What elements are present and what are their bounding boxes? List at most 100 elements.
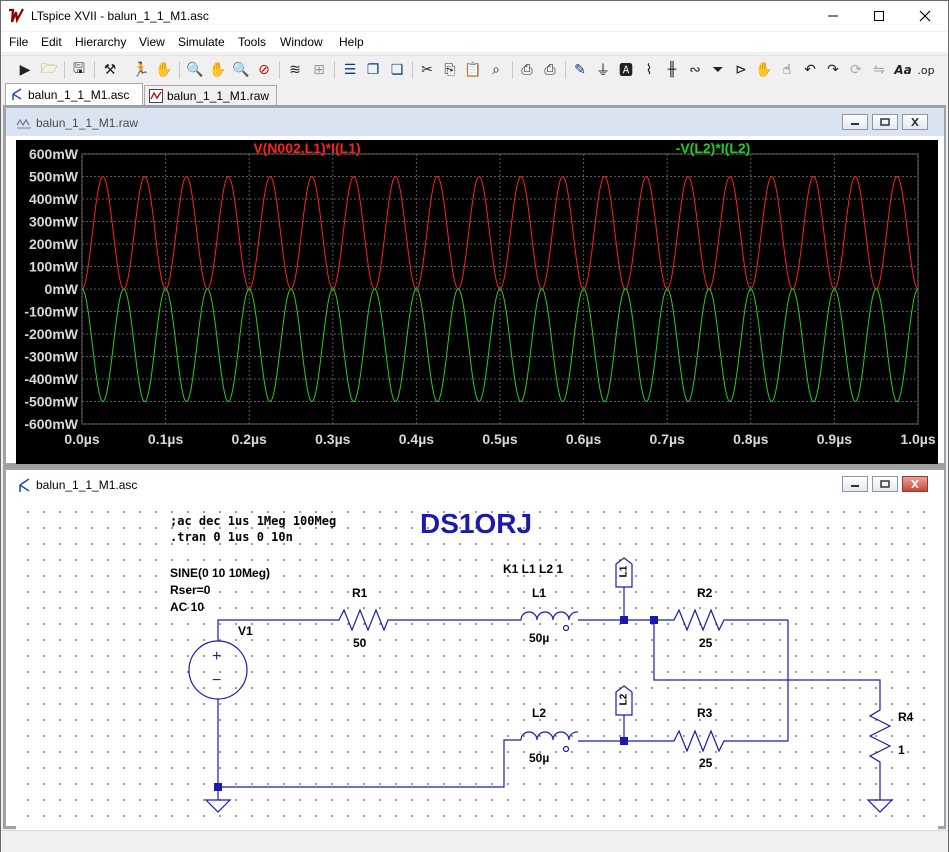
waveform-window-caption[interactable]: balun_1_1_M1.raw <box>6 108 944 136</box>
minimize-button[interactable] <box>810 1 856 31</box>
l1-value: 50µ <box>529 631 550 645</box>
l2-flag-label: L2 <box>618 693 630 706</box>
paste-button[interactable]: 📋 <box>463 60 483 80</box>
r2-value: 25 <box>699 636 713 650</box>
schematic-window-caption[interactable]: balun_1_1_M1.asc <box>6 470 944 498</box>
tab-label: balun_1_1_M1.asc <box>28 87 130 102</box>
resistor-icon: ⌇ <box>645 62 653 78</box>
schematic-canvas[interactable]: ;ac dec 1us 1Meg 100Meg .tran 0 1us 0 10… <box>16 500 938 838</box>
y-tick-label: 200mW <box>29 236 79 252</box>
maximize-button[interactable] <box>856 1 902 31</box>
grid-button[interactable]: ⊞ <box>309 60 329 80</box>
inductor-button[interactable]: ∾ <box>685 60 705 80</box>
spice-directive-button[interactable]: .op <box>916 60 936 80</box>
menu-edit[interactable]: Edit <box>41 35 62 49</box>
print-setup-button[interactable]: ⎙ <box>517 60 537 80</box>
tile-horizontal-icon: ☰ <box>343 62 357 78</box>
new-schematic-button[interactable]: ▶ <box>15 60 35 80</box>
label-button[interactable]: 🅰 <box>616 60 636 80</box>
mdi-workspace: balun_1_1_M1.raw 600mW 500mW 400mW 300mW 200… <box>3 105 946 838</box>
ground-button[interactable]: ⏚ <box>593 60 613 80</box>
schematic-icon <box>12 88 22 100</box>
schematic-svg <box>188 557 894 813</box>
save-button[interactable]: 🖫 <box>69 60 89 80</box>
tab-waveform[interactable]: balun_1_1_M1.raw <box>144 85 277 105</box>
menu-help[interactable]: Help <box>339 35 364 49</box>
halt-icon: ✋ <box>155 62 173 78</box>
zoom-out-button[interactable]: 🔍 <box>231 60 251 80</box>
redo-button[interactable]: ↷ <box>823 60 843 80</box>
r1-symbol[interactable] <box>331 608 396 632</box>
x-tick-label: 0.8µs <box>733 431 769 447</box>
text-icon: Aa <box>894 63 912 77</box>
minimize-icon <box>851 485 859 487</box>
pan-button[interactable]: ✋ <box>208 60 228 80</box>
schematic-restore-button[interactable] <box>872 476 898 492</box>
mirror-icon: ⇋ <box>873 62 885 78</box>
autorange-button[interactable]: ≋ <box>285 60 305 80</box>
l2-label: L2 <box>532 706 547 720</box>
text-button[interactable]: Aa <box>893 60 913 80</box>
menu-tools[interactable]: Tools <box>238 35 266 49</box>
close-button[interactable] <box>902 1 948 31</box>
tran-directive[interactable]: .tran 0 1us 0 10n <box>170 530 293 544</box>
diode-button[interactable]: ⏷ <box>708 60 728 80</box>
waveform-icon <box>149 89 163 103</box>
zoom-in-button[interactable]: 🔍 <box>185 60 205 80</box>
waveform-plot-svg: 600mW 500mW 400mW 300mW 200mW 100mW 0mW -100mW -… <box>24 140 936 447</box>
coupling-directive[interactable]: K1 L1 L2 1 <box>503 562 563 576</box>
waveform-minimize-button[interactable] <box>842 114 868 130</box>
run-icon: ▶ <box>19 62 31 78</box>
l1-symbol[interactable] <box>506 611 579 621</box>
menu-simulate[interactable]: Simulate <box>178 35 225 49</box>
run-button[interactable]: 🏃 <box>131 60 151 80</box>
open-button[interactable]: 🗁 <box>39 60 59 80</box>
undo-button[interactable]: ↶ <box>800 60 820 80</box>
resistor-button[interactable]: ⌇ <box>639 60 659 80</box>
r1-label: R1 <box>352 586 368 600</box>
component-button[interactable]: ⊳ <box>731 60 751 80</box>
menu-view[interactable]: View <box>139 35 165 49</box>
r4-symbol[interactable] <box>868 705 892 800</box>
waveform-plot[interactable]: 600mW 500mW 400mW 300mW 200mW 100mW 0mW -100mW -… <box>16 140 938 464</box>
schematic-window-title: balun_1_1_M1.asc <box>36 478 138 492</box>
menu-file[interactable]: File <box>9 35 28 49</box>
halt-button[interactable]: ✋ <box>154 60 174 80</box>
zoom-cancel-button[interactable]: ⊘ <box>254 60 274 80</box>
waveform-restore-button[interactable] <box>872 114 898 130</box>
close-icon <box>911 480 919 488</box>
trace-power-l2 <box>81 288 919 403</box>
ds1orj-label[interactable]: DS1ORJ <box>420 508 532 540</box>
x-tick-label: 0.3µs <box>315 431 351 447</box>
rotate-button[interactable]: ⟳ <box>846 60 866 80</box>
schematic-close-button[interactable] <box>902 476 928 492</box>
drag-button[interactable]: ☝ <box>777 60 797 80</box>
move-icon: ✋ <box>755 62 773 78</box>
mirror-button[interactable]: ⇋ <box>869 60 889 80</box>
waveform-window-title: balun_1_1_M1.raw <box>36 116 139 130</box>
copy-button[interactable]: ⎘ <box>440 60 460 80</box>
print-button[interactable]: ⎙ <box>540 60 560 80</box>
ac-directive[interactable]: ;ac dec 1us 1Meg 100Meg <box>170 514 336 528</box>
waveform-window: balun_1_1_M1.raw 600mW 500mW 400mW 300mW 200… <box>5 107 945 464</box>
control-panel-button[interactable]: ⚒ <box>100 60 120 80</box>
waveform-close-button[interactable] <box>902 114 928 130</box>
grid-icon: ⊞ <box>313 62 325 78</box>
find-button[interactable]: ⌕ <box>486 60 506 80</box>
capacitor-button[interactable]: ╫ <box>662 60 682 80</box>
x-tick-label: 0.6µs <box>566 431 602 447</box>
cut-button[interactable]: ✂ <box>417 60 437 80</box>
l1-label: L1 <box>532 586 547 600</box>
menu-hierarchy[interactable]: Hierarchy <box>75 35 126 49</box>
tile-vertical-button[interactable]: ❏ <box>387 60 407 80</box>
menu-window[interactable]: Window <box>280 35 323 49</box>
tile-horizontal-button[interactable]: ☰ <box>340 60 360 80</box>
ground-icon: ⏚ <box>596 63 610 79</box>
capacitor-icon: ╫ <box>667 62 677 78</box>
wire-button[interactable]: ✎ <box>570 60 590 80</box>
cascade-button[interactable]: ❐ <box>363 60 383 80</box>
l2-symbol[interactable] <box>520 731 579 741</box>
tab-schematic[interactable]: balun_1_1_M1.asc <box>5 83 143 105</box>
schematic-minimize-button[interactable] <box>842 476 868 492</box>
move-button[interactable]: ✋ <box>754 60 774 80</box>
